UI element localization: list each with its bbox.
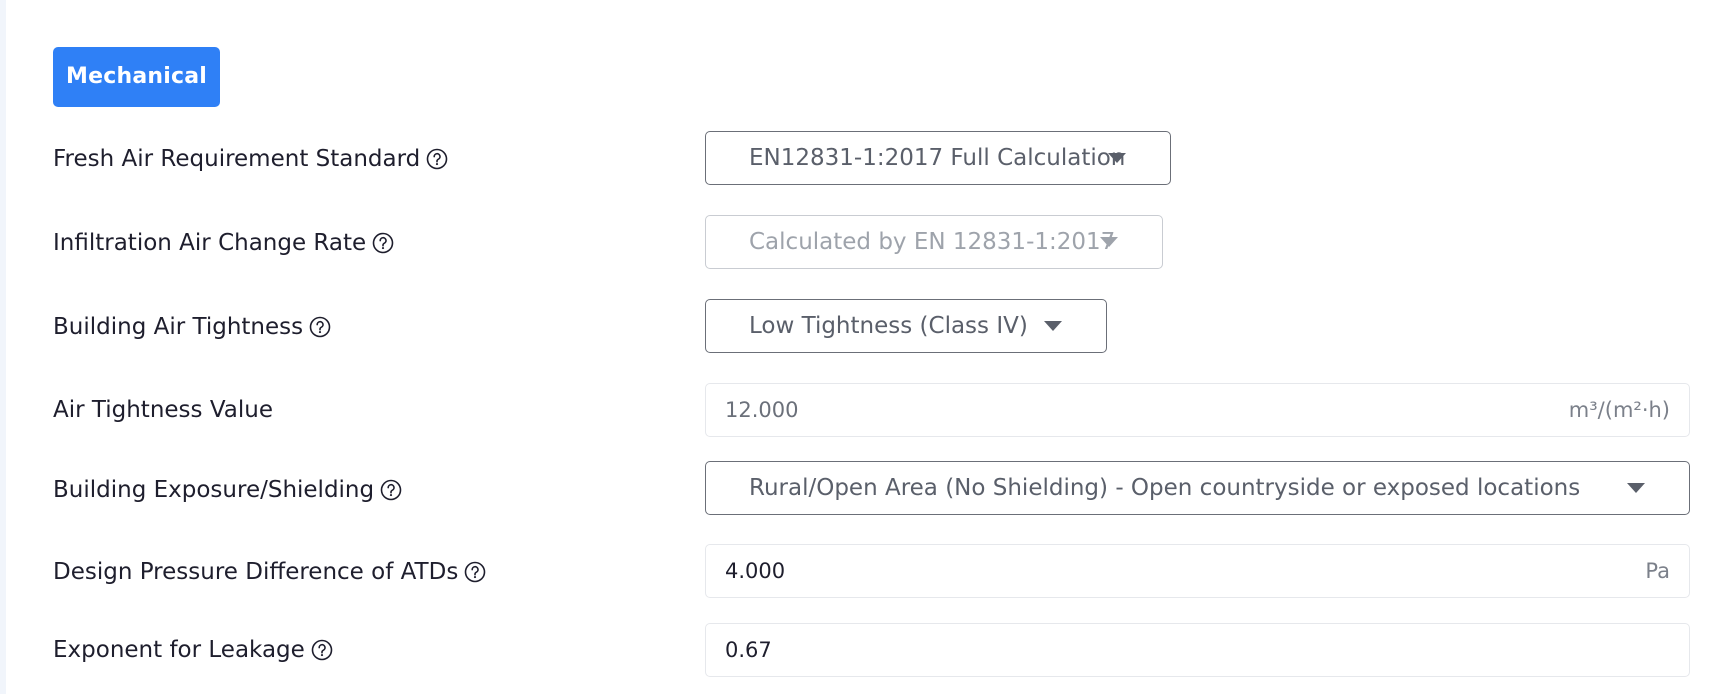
design-pressure-difference-text: 4.000 [725, 559, 786, 583]
question-circle-icon[interactable] [311, 639, 333, 661]
question-circle-icon[interactable] [464, 561, 486, 583]
air-tightness-value-text: 12.000 [725, 398, 799, 422]
leakage-exponent-label: Exponent for Leakage [53, 637, 305, 663]
caret-down-icon [1100, 237, 1118, 247]
caret-down-icon [1044, 321, 1062, 331]
building-air-tightness-label-group: Building Air Tightness [53, 311, 331, 343]
question-circle-icon[interactable] [372, 232, 394, 254]
design-pressure-difference-label-group: Design Pressure Difference of ATDs [53, 556, 486, 588]
building-air-tightness-select[interactable]: Low Tightness (Class IV) [705, 299, 1107, 353]
fresh-air-standard-select[interactable]: EN12831-1:2017 Full Calculation [705, 131, 1171, 185]
design-pressure-difference-input[interactable]: 4.000 Pa [705, 544, 1690, 598]
air-tightness-value-input: 12.000 m³/(m²·h) [705, 383, 1690, 437]
air-tightness-value-label: Air Tightness Value [53, 397, 273, 423]
question-circle-icon[interactable] [426, 148, 448, 170]
fresh-air-standard-value: EN12831-1:2017 Full Calculation [749, 145, 1126, 171]
question-circle-icon[interactable] [380, 479, 402, 501]
leakage-exponent-label-group: Exponent for Leakage [53, 634, 333, 666]
design-pressure-difference-label: Design Pressure Difference of ATDs [53, 559, 459, 585]
exposure-shielding-label: Building Exposure/Shielding [53, 477, 375, 503]
infiltration-rate-label: Infiltration Air Change Rate [53, 230, 367, 256]
caret-down-icon [1108, 153, 1126, 163]
leakage-exponent-input[interactable]: 0.67 [705, 623, 1690, 677]
question-circle-icon[interactable] [309, 316, 331, 338]
air-tightness-value-label-group: Air Tightness Value [53, 394, 273, 426]
fresh-air-standard-label-group: Fresh Air Requirement Standard [53, 143, 448, 175]
page-left-edge [0, 0, 6, 694]
caret-down-icon [1627, 483, 1645, 493]
section-title-mechanical: Mechanical [53, 47, 220, 107]
exposure-shielding-label-group: Building Exposure/Shielding [53, 474, 402, 506]
air-tightness-unit: m³/(m²·h) [1568, 398, 1670, 422]
building-air-tightness-value: Low Tightness (Class IV) [749, 313, 1028, 339]
design-pressure-unit: Pa [1645, 559, 1670, 583]
infiltration-rate-select: Calculated by EN 12831-1:2017 [705, 215, 1163, 269]
leakage-exponent-text: 0.67 [725, 638, 772, 662]
fresh-air-standard-label: Fresh Air Requirement Standard [53, 146, 421, 172]
exposure-shielding-value: Rural/Open Area (No Shielding) - Open co… [749, 475, 1581, 501]
exposure-shielding-select[interactable]: Rural/Open Area (No Shielding) - Open co… [705, 461, 1690, 515]
infiltration-rate-label-group: Infiltration Air Change Rate [53, 227, 394, 259]
building-air-tightness-label: Building Air Tightness [53, 314, 304, 340]
infiltration-rate-value: Calculated by EN 12831-1:2017 [749, 229, 1116, 255]
